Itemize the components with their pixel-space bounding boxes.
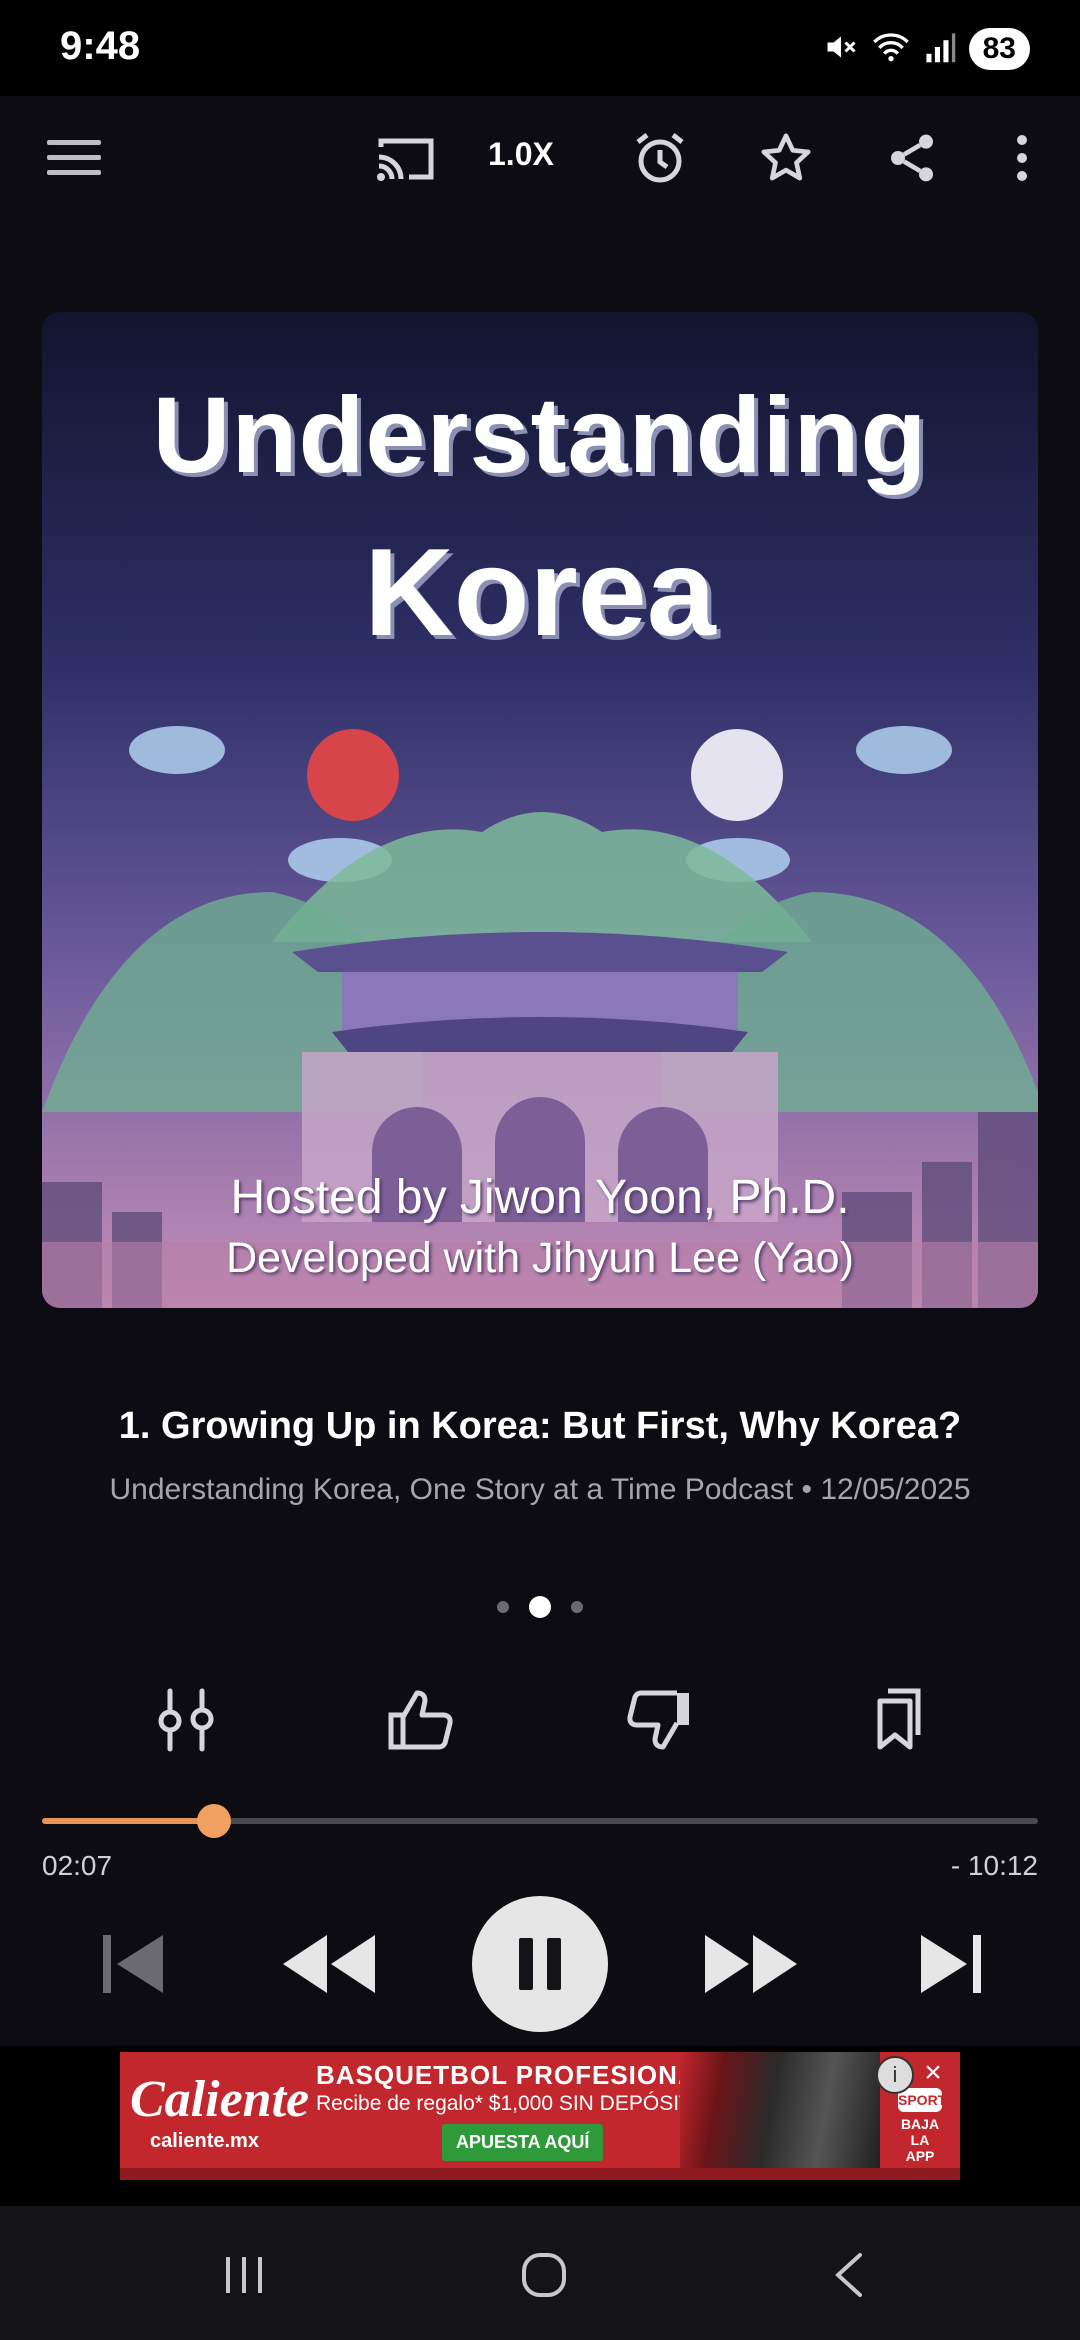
favorite-button[interactable]: [746, 118, 826, 198]
signal-icon: [923, 30, 957, 69]
playback-speed-button[interactable]: 1.0X: [488, 136, 554, 173]
page-dot[interactable]: [497, 1601, 509, 1613]
remaining-time: - 10:12: [950, 1850, 1038, 1881]
episode-subtitle: Understanding Korea, One Story at a Time…: [0, 1473, 1080, 1507]
page-dot-active[interactable]: [529, 1596, 551, 1618]
ad-photo: [680, 2052, 880, 2180]
back-button[interactable]: [808, 2240, 888, 2310]
ad-badge-sports: SPORTS: [898, 2088, 956, 2112]
cast-icon: [377, 138, 434, 181]
artwork-title-line1: Understanding: [152, 374, 928, 495]
episode-date: 12/05/2025: [820, 1473, 971, 1506]
fast-forward-icon: [705, 1935, 797, 1993]
rewind-icon: [283, 1935, 375, 1993]
fast-forward-button[interactable]: [696, 1896, 806, 2032]
home-icon: [522, 2253, 566, 2297]
episode-title: 1. Growing Up in Korea: But First, Why K…: [118, 1405, 962, 1447]
more-vertical-icon: [1017, 135, 1027, 181]
seek-bar[interactable]: [42, 1804, 1038, 1838]
skip-next-icon: [921, 1935, 981, 1993]
elapsed-time: 02:07: [42, 1850, 113, 1881]
home-button[interactable]: [504, 2240, 584, 2310]
thumbs-down-icon: [627, 1690, 689, 1750]
thumbs-up-icon: [388, 1690, 453, 1750]
artwork-host: Hosted by Jiwon Yoon, Ph.D.: [230, 1171, 850, 1224]
sliders-icon: [158, 1688, 214, 1752]
recent-apps-button[interactable]: [204, 2240, 284, 2310]
ad-badge-line2: BAJA LA: [900, 2116, 940, 2148]
seek-bar-progress: [42, 1818, 215, 1824]
previous-episode-button[interactable]: [84, 1896, 180, 2032]
hamburger-icon: [47, 140, 101, 175]
status-time: 9:48: [60, 24, 141, 68]
battery-indicator: 83: [968, 28, 1030, 70]
next-episode-button[interactable]: [904, 1896, 1000, 2032]
red-sun: [307, 729, 399, 821]
pause-icon: [519, 1938, 561, 1990]
ad-close-icon[interactable]: ×: [916, 2056, 950, 2090]
more-options-button[interactable]: [982, 118, 1062, 198]
sleep-timer-button[interactable]: [620, 118, 700, 198]
banner-ad[interactable]: Caliente caliente.mx BASQUETBOL PROFESIO…: [120, 2052, 960, 2180]
artwork-title-line2: Korea: [364, 524, 716, 662]
ad-cta-button[interactable]: APUESTA AQUÍ: [442, 2124, 604, 2161]
white-moon: [691, 729, 783, 821]
equalizer-button[interactable]: [138, 1672, 234, 1768]
share-button[interactable]: [872, 118, 952, 198]
cast-button[interactable]: [366, 118, 446, 198]
ad-brand-logo: Caliente: [130, 2071, 310, 2128]
page-indicator: [0, 1596, 1080, 1618]
recent-apps-icon: [226, 2257, 262, 2293]
subtitle-separator: •: [793, 1473, 821, 1506]
ad-site: caliente.mx: [150, 2130, 259, 2152]
bookmark-button[interactable]: [846, 1672, 942, 1768]
wifi-icon: [871, 29, 911, 70]
ad-fine-print: [120, 2168, 960, 2180]
ad-offer: Recibe de regalo* $1,000 SIN DEPÓSITO: [316, 2092, 708, 2115]
ad-headline: BASQUETBOL PROFESIONAL: [316, 2060, 715, 2090]
ad-badge-line3: APP: [905, 2148, 935, 2164]
pause-button[interactable]: [472, 1896, 608, 2032]
back-chevron-icon: [835, 2253, 862, 2297]
bookmarks-icon: [877, 1688, 921, 1750]
seek-bar-thumb[interactable]: [197, 1804, 232, 1838]
status-icons: 83: [823, 28, 1030, 70]
artwork-developer: Developed with Jihyun Lee (Yao): [226, 1234, 854, 1282]
skip-previous-icon: [103, 1935, 163, 1993]
podcast-name[interactable]: Understanding Korea, One Story at a Time…: [109, 1473, 793, 1506]
alarm-clock-icon: [636, 133, 684, 183]
mute-icon: [823, 29, 859, 70]
page-dot[interactable]: [571, 1601, 583, 1613]
share-icon: [891, 134, 933, 182]
star-icon: [761, 133, 811, 181]
ad-info-icon[interactable]: i: [876, 2056, 914, 2094]
podcast-artwork: Understanding Korea Hosted by Jiwon Yoon…: [42, 312, 1038, 1308]
like-button[interactable]: [374, 1672, 470, 1768]
rewind-button[interactable]: [274, 1896, 384, 2032]
menu-button[interactable]: [34, 118, 114, 198]
status-bar: 9:48 83: [0, 0, 1080, 96]
dislike-button[interactable]: [610, 1672, 706, 1768]
